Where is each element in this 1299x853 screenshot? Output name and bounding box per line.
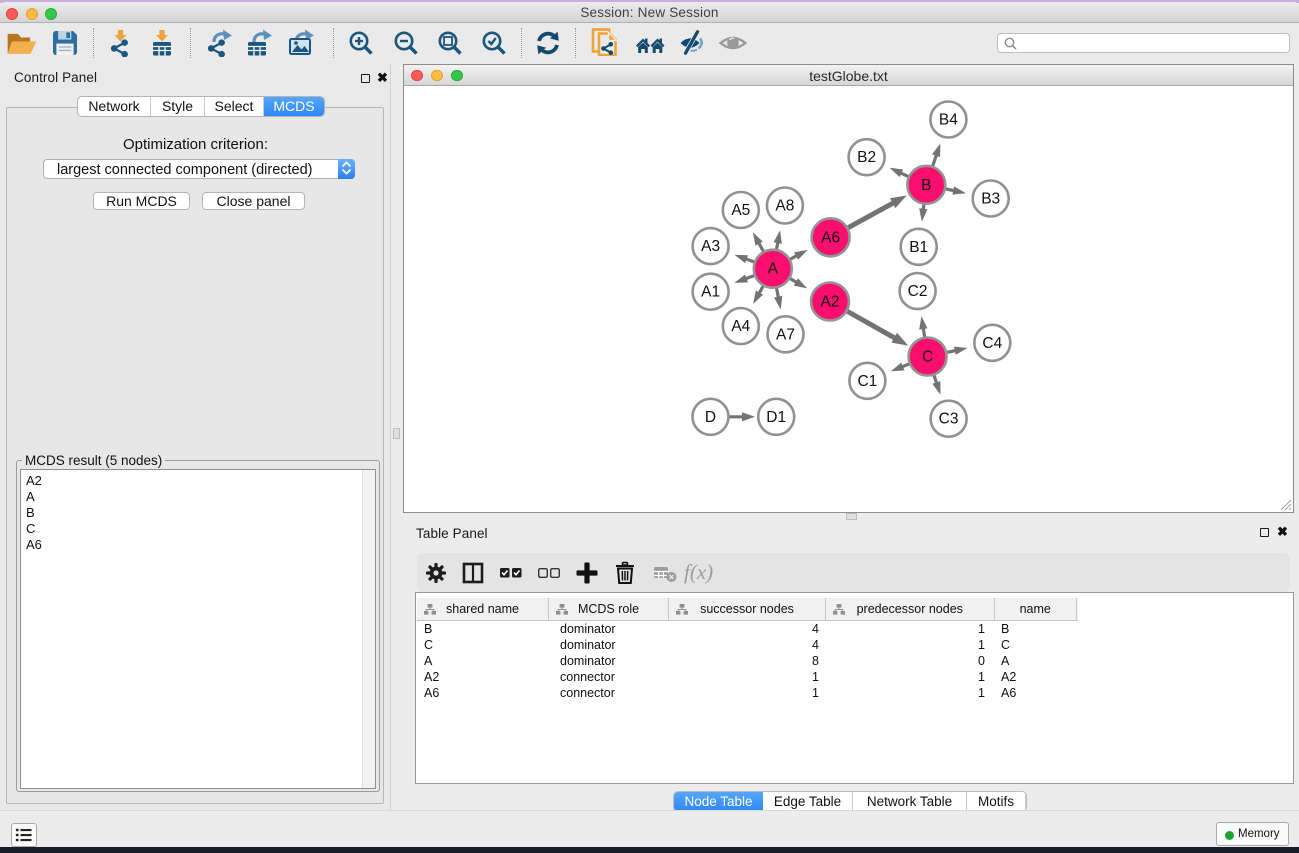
svg-text:C4: C4 [982, 335, 1002, 352]
svg-text:A: A [768, 261, 779, 278]
svg-text:A4: A4 [731, 318, 750, 335]
svg-text:A2: A2 [821, 294, 840, 311]
svg-text:B3: B3 [981, 191, 1000, 208]
svg-text:C1: C1 [857, 373, 877, 390]
svg-text:B1: B1 [909, 239, 928, 256]
svg-text:D: D [705, 409, 716, 426]
svg-text:A3: A3 [701, 238, 720, 255]
svg-text:C3: C3 [939, 411, 959, 428]
svg-text:f(x): f(x) [684, 561, 713, 584]
svg-text:B: B [921, 177, 931, 194]
svg-text:A6: A6 [821, 229, 840, 246]
svg-text:C2: C2 [908, 283, 928, 300]
svg-text:A5: A5 [731, 202, 750, 219]
svg-text:A7: A7 [776, 326, 795, 343]
svg-text:A1: A1 [701, 284, 720, 301]
svg-text:C: C [922, 349, 933, 366]
svg-text:B2: B2 [857, 149, 876, 166]
svg-text:B4: B4 [939, 112, 958, 129]
svg-text:D1: D1 [766, 409, 786, 426]
svg-text:A8: A8 [775, 198, 794, 215]
